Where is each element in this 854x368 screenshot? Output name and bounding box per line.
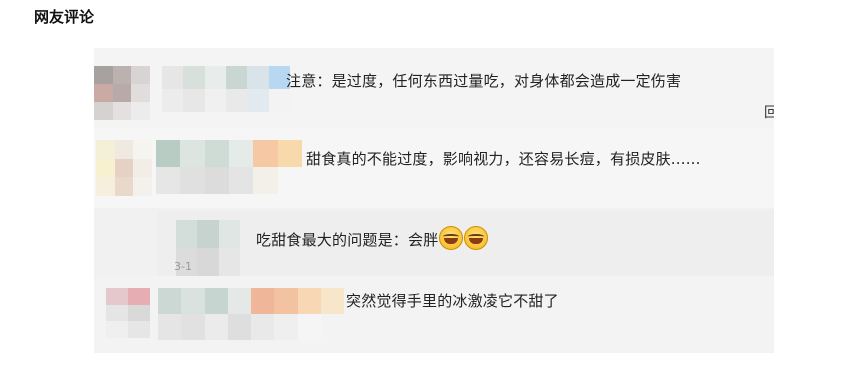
laugh-cry-icon — [464, 226, 489, 250]
comment-item: 注意：是过度，任何东西过量吃，对身体都会造成一定伤害 回 — [94, 48, 774, 128]
comment-text: 甜食真的不能过度，影响视力，还容易长痘，有损皮肤...... — [306, 150, 701, 168]
username-pixelated[interactable] — [158, 288, 344, 340]
username-pixelated[interactable] — [162, 66, 290, 112]
username-pixelated[interactable] — [156, 140, 302, 194]
comment-panel: 注意：是过度，任何东西过量吃，对身体都会造成一定伤害 回 甜食真的不能过度，影响… — [94, 48, 774, 353]
comment-text: 吃甜食最大的问题是：会胖 — [256, 226, 489, 250]
laugh-cry-icon — [439, 226, 464, 250]
section-title: 网友评论 — [34, 8, 95, 26]
avatar[interactable] — [94, 66, 150, 120]
avatar[interactable] — [96, 140, 152, 196]
comment-text: 突然觉得手里的冰激凌它不甜了 — [346, 292, 559, 310]
reply-link[interactable]: 回 — [764, 102, 774, 122]
comment-text-body: 吃甜食最大的问题是：会胖 — [256, 231, 439, 249]
comment-reply: 3-1 吃甜食最大的问题是：会胖 — [158, 210, 774, 276]
comment-text: 注意：是过度，任何东西过量吃，对身体都会造成一定伤害 — [286, 72, 682, 90]
comment-item: 甜食真的不能过度，影响视力，还容易长痘，有损皮肤...... — [94, 128, 774, 208]
avatar[interactable] — [106, 288, 150, 338]
timestamp: 3-1 — [174, 260, 192, 273]
comment-item: 突然觉得手里的冰激凌它不甜了 — [94, 276, 774, 353]
